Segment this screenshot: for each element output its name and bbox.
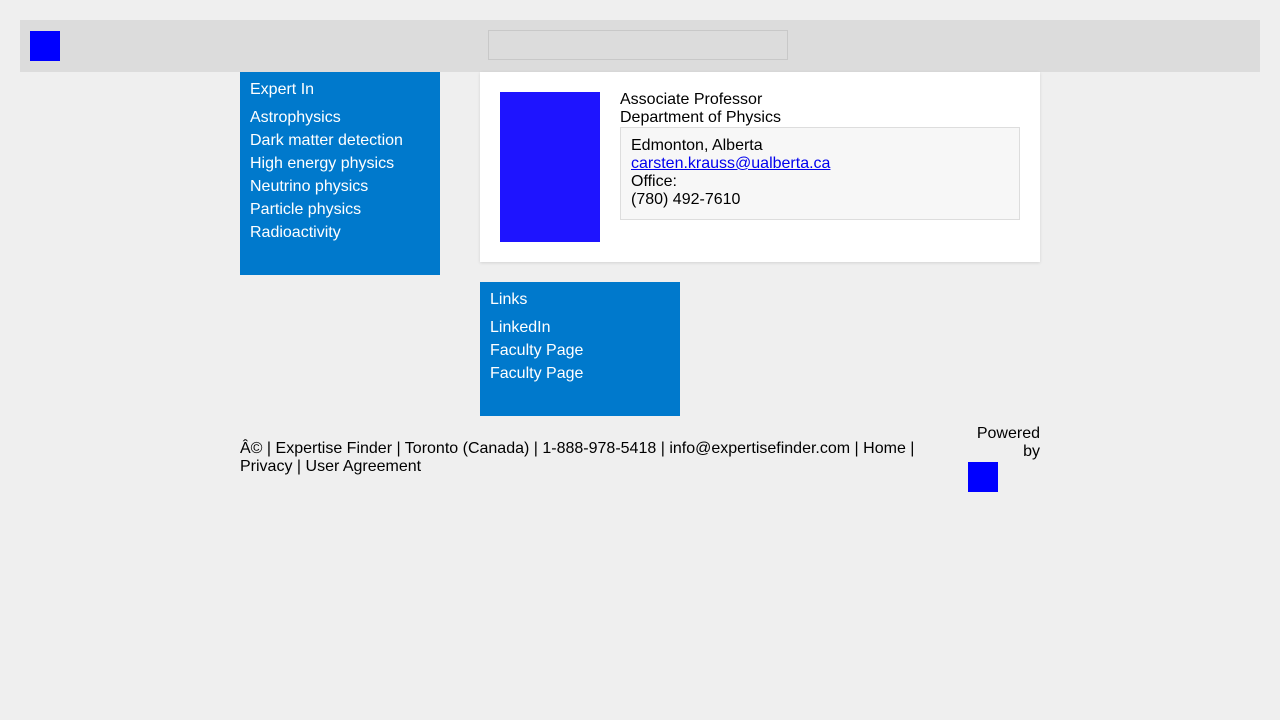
- footer-location: Toronto (Canada): [404, 440, 530, 457]
- expertise-item[interactable]: Neutrino physics: [250, 175, 430, 198]
- phone-number: (780) 492-7610: [631, 191, 741, 208]
- footer-agreement-link[interactable]: User Agreement: [306, 458, 422, 475]
- email-link[interactable]: carsten.krauss@ualberta.ca: [631, 155, 830, 172]
- link-linkedin[interactable]: LinkedIn: [490, 319, 551, 336]
- footer-separator: |: [910, 440, 915, 457]
- office-label: Office:: [631, 173, 677, 190]
- footer-separator: |: [296, 458, 302, 475]
- site-header: [20, 20, 1260, 72]
- department: Department of Physics: [620, 109, 781, 126]
- powered-by-text: Powered by: [976, 425, 1040, 460]
- contact-box: Edmonton, Alberta carsten.krauss@ualbert…: [620, 127, 1020, 220]
- profile-info: Associate Professor Department of Physic…: [620, 91, 1020, 220]
- footer-phone: 1-888-978-5418: [542, 440, 657, 457]
- expertise-item[interactable]: Particle physics: [250, 198, 430, 221]
- links-list: LinkedIn Faculty Page Faculty Page: [490, 316, 670, 385]
- expert-in-title: Expert In: [250, 81, 315, 98]
- powered-by-logo-icon[interactable]: [968, 462, 998, 492]
- footer-separator: |: [854, 440, 859, 457]
- profile-card: Associate Professor Department of Physic…: [480, 72, 1040, 262]
- expertise-list: Astrophysics Dark matter detection High …: [250, 106, 430, 244]
- expert-in-panel: Expert In Astrophysics Dark matter detec…: [240, 72, 440, 275]
- footer-privacy-link[interactable]: Privacy: [240, 458, 292, 475]
- link-faculty-page[interactable]: Faculty Page: [490, 365, 583, 382]
- footer-home-link[interactable]: Home: [863, 440, 906, 457]
- footer-copyright: Â©: [240, 440, 263, 457]
- footer-email[interactable]: info@expertisefinder.com: [669, 440, 850, 457]
- job-title: Associate Professor: [620, 91, 763, 108]
- expertise-item[interactable]: Astrophysics: [250, 106, 430, 129]
- profile-photo: [500, 92, 600, 242]
- link-faculty-page[interactable]: Faculty Page: [490, 342, 583, 359]
- footer-separator: |: [396, 440, 401, 457]
- expertise-item[interactable]: Dark matter detection: [250, 129, 430, 152]
- site-logo-icon[interactable]: [30, 31, 60, 61]
- footer-company: Expertise Finder: [275, 440, 393, 457]
- links-title: Links: [490, 291, 528, 308]
- search-input[interactable]: [488, 30, 788, 60]
- site-footer: Â© | Expertise Finder | Toronto (Canada)…: [240, 440, 940, 476]
- expertise-item[interactable]: High energy physics: [250, 152, 430, 175]
- footer-separator: |: [660, 440, 665, 457]
- location: Edmonton, Alberta: [631, 137, 763, 154]
- footer-separator: |: [533, 440, 538, 457]
- links-panel: Links LinkedIn Faculty Page Faculty Page: [480, 282, 680, 416]
- footer-separator: |: [266, 440, 272, 457]
- expertise-item[interactable]: Radioactivity: [250, 221, 430, 244]
